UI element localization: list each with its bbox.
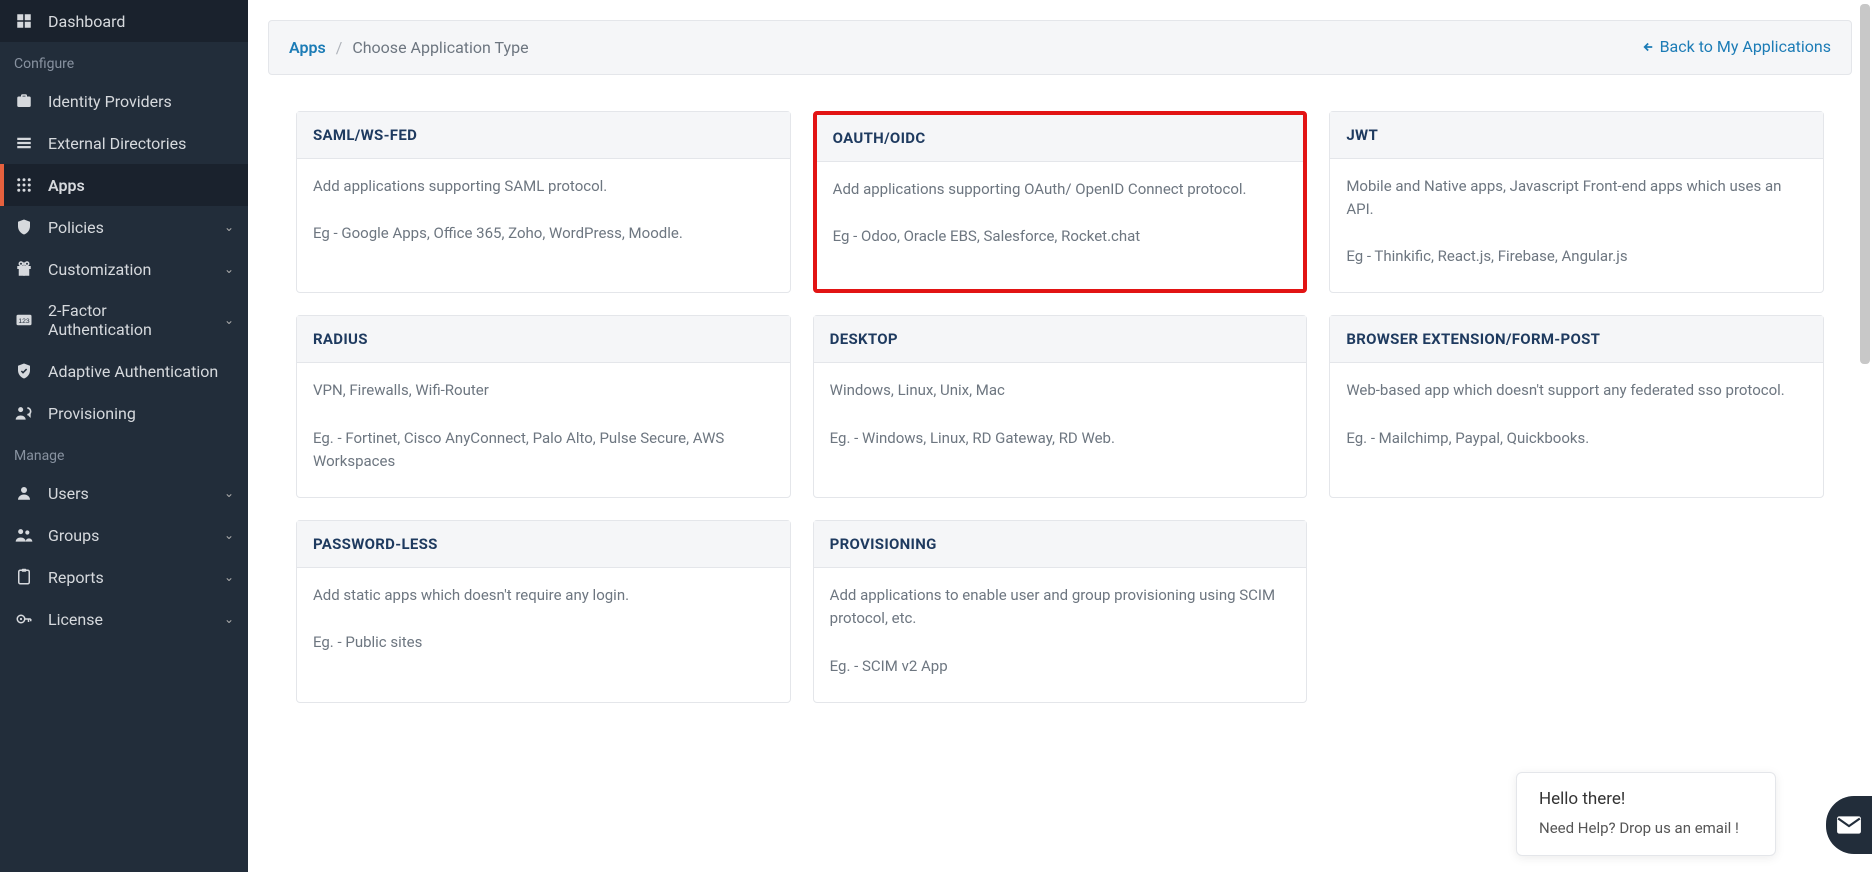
sidebar-item-customization[interactable]: Customization ⌄: [0, 248, 248, 290]
back-link[interactable]: Back to My Applications: [1640, 37, 1831, 56]
sidebar-label: Customization: [48, 260, 210, 279]
card-eg: Eg. - Public sites: [313, 631, 774, 654]
card-desc: Add static apps which doesn't require an…: [313, 584, 774, 607]
card-eg: Eg. - Fortinet, Cisco AnyConnect, Palo A…: [313, 427, 774, 474]
sidebar-item-dashboard[interactable]: Dashboard: [0, 0, 248, 42]
card-provisioning[interactable]: PROVISIONING Add applications to enable …: [813, 520, 1308, 703]
sidebar-item-identity-providers[interactable]: Identity Providers: [0, 80, 248, 122]
breadcrumb-bar: Apps / Choose Application Type Back to M…: [268, 20, 1852, 75]
back-link-label: Back to My Applications: [1660, 37, 1831, 56]
sidebar: Dashboard Configure Identity Providers E…: [0, 0, 248, 872]
sidebar-label: License: [48, 610, 210, 629]
sidebar-item-provisioning[interactable]: Provisioning: [0, 392, 248, 434]
card-desc: Add applications supporting OAuth/ OpenI…: [833, 178, 1288, 201]
arrow-left-icon: [1640, 40, 1654, 54]
card-desc: Web-based app which doesn't support any …: [1346, 379, 1807, 402]
scrollbar[interactable]: [1860, 4, 1870, 868]
dashboard-icon: [14, 11, 34, 31]
breadcrumb: Apps / Choose Application Type: [289, 38, 529, 57]
svg-text:123: 123: [18, 318, 30, 325]
help-popover: Hello there! Need Help? Drop us an email…: [1516, 772, 1776, 856]
card-passwordless[interactable]: PASSWORD-LESS Add static apps which does…: [296, 520, 791, 703]
card-desc: Add applications to enable user and grou…: [830, 584, 1291, 631]
chevron-down-icon: ⌄: [224, 612, 234, 626]
card-eg: Eg. - Mailchimp, Paypal, Quickbooks.: [1346, 427, 1807, 450]
sidebar-section-manage: Manage: [0, 434, 248, 472]
sidebar-item-users[interactable]: Users ⌄: [0, 472, 248, 514]
user-icon: [14, 483, 34, 503]
sidebar-item-license[interactable]: License ⌄: [0, 598, 248, 640]
apps-icon: [14, 175, 34, 195]
gift-icon: [14, 259, 34, 279]
breadcrumb-current: Choose Application Type: [352, 38, 528, 57]
help-subtitle: Need Help? Drop us an email !: [1539, 819, 1753, 837]
card-desc: Add applications supporting SAML protoco…: [313, 175, 774, 198]
card-title: JWT: [1330, 112, 1823, 159]
card-title: DESKTOP: [814, 316, 1307, 363]
card-radius[interactable]: RADIUS VPN, Firewalls, Wifi-Router Eg. -…: [296, 315, 791, 498]
card-oauth[interactable]: OAUTH/OIDC Add applications supporting O…: [813, 111, 1308, 294]
card-eg: Eg - Odoo, Oracle EBS, Salesforce, Rocke…: [833, 225, 1288, 248]
card-title: OAUTH/OIDC: [817, 115, 1304, 162]
card-title: RADIUS: [297, 316, 790, 363]
shield-icon: [14, 217, 34, 237]
card-desc: VPN, Firewalls, Wifi-Router: [313, 379, 774, 402]
shield-check-icon: [14, 361, 34, 381]
card-title: SAML/WS-FED: [297, 112, 790, 159]
help-fab[interactable]: [1826, 796, 1872, 854]
sidebar-item-adaptive-auth[interactable]: Adaptive Authentication: [0, 350, 248, 392]
sidebar-label: Groups: [48, 526, 210, 545]
sidebar-item-apps[interactable]: Apps: [0, 164, 248, 206]
sidebar-label: Adaptive Authentication: [48, 362, 234, 381]
user-sync-icon: [14, 403, 34, 423]
users-icon: [14, 525, 34, 545]
clipboard-icon: [14, 567, 34, 587]
sidebar-section-configure: Configure: [0, 42, 248, 80]
main-content: Apps / Choose Application Type Back to M…: [248, 0, 1872, 872]
card-jwt[interactable]: JWT Mobile and Native apps, Javascript F…: [1329, 111, 1824, 294]
sidebar-item-external-directories[interactable]: External Directories: [0, 122, 248, 164]
breadcrumb-root-link[interactable]: Apps: [289, 38, 326, 57]
card-title: PASSWORD-LESS: [297, 521, 790, 568]
chevron-down-icon: ⌄: [224, 313, 234, 327]
card-desc: Windows, Linux, Unix, Mac: [830, 379, 1291, 402]
card-browser-extension[interactable]: BROWSER EXTENSION/FORM-POST Web-based ap…: [1329, 315, 1824, 498]
sidebar-label: External Directories: [48, 134, 234, 153]
card-title: BROWSER EXTENSION/FORM-POST: [1330, 316, 1823, 363]
chevron-down-icon: ⌄: [224, 570, 234, 584]
sidebar-label: Policies: [48, 218, 210, 237]
card-eg: Eg - Thinkific, React.js, Firebase, Angu…: [1346, 245, 1807, 268]
chevron-down-icon: ⌄: [224, 528, 234, 542]
chevron-down-icon: ⌄: [224, 486, 234, 500]
card-eg: Eg. - Windows, Linux, RD Gateway, RD Web…: [830, 427, 1291, 450]
sidebar-label: Dashboard: [48, 12, 234, 31]
sidebar-label: 2-Factor Authentication: [48, 301, 210, 339]
chevron-down-icon: ⌄: [224, 220, 234, 234]
sidebar-item-policies[interactable]: Policies ⌄: [0, 206, 248, 248]
sidebar-label: Users: [48, 484, 210, 503]
sidebar-item-groups[interactable]: Groups ⌄: [0, 514, 248, 556]
scrollbar-thumb[interactable]: [1860, 4, 1870, 364]
card-eg: Eg. - SCIM v2 App: [830, 655, 1291, 678]
sidebar-label: Provisioning: [48, 404, 234, 423]
keypad-icon: 123: [14, 310, 34, 330]
card-saml[interactable]: SAML/WS-FED Add applications supporting …: [296, 111, 791, 294]
mail-icon: [1836, 815, 1862, 835]
sidebar-label: Apps: [48, 176, 234, 195]
card-desktop[interactable]: DESKTOP Windows, Linux, Unix, Mac Eg. - …: [813, 315, 1308, 498]
list-icon: [14, 133, 34, 153]
card-eg: Eg - Google Apps, Office 365, Zoho, Word…: [313, 222, 774, 245]
breadcrumb-separator: /: [336, 38, 343, 57]
app-type-grid: SAML/WS-FED Add applications supporting …: [268, 111, 1852, 703]
key-icon: [14, 609, 34, 629]
sidebar-label: Reports: [48, 568, 210, 587]
sidebar-item-2fa[interactable]: 123 2-Factor Authentication ⌄: [0, 290, 248, 350]
help-title: Hello there!: [1539, 789, 1753, 809]
card-desc: Mobile and Native apps, Javascript Front…: [1346, 175, 1807, 222]
sidebar-label: Identity Providers: [48, 92, 234, 111]
card-title: PROVISIONING: [814, 521, 1307, 568]
chevron-down-icon: ⌄: [224, 262, 234, 276]
sidebar-item-reports[interactable]: Reports ⌄: [0, 556, 248, 598]
briefcase-icon: [14, 91, 34, 111]
